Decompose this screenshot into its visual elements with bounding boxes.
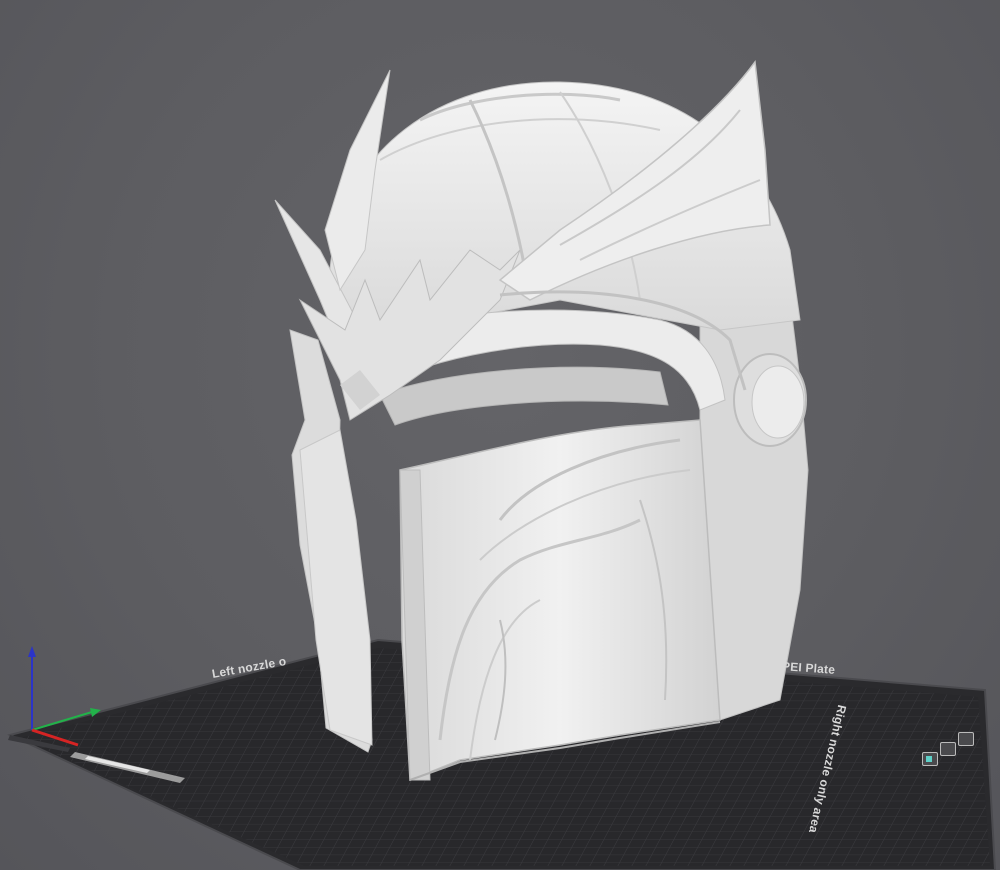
nozzle-indicator-icon [940,742,956,756]
scene-canvas[interactable] [0,0,1000,870]
3d-viewport[interactable]: Left nozzle o PEI Plate Right nozzle onl… [0,0,1000,870]
nozzle-indicator-icon [958,732,974,746]
nozzle-indicator-icon [922,752,938,766]
helmet-model[interactable] [274,60,809,782]
